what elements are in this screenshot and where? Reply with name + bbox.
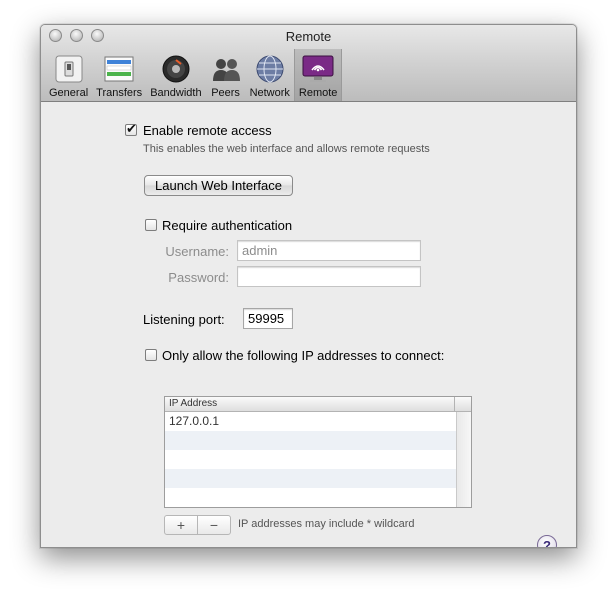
table-row[interactable] bbox=[165, 431, 456, 450]
toolbar-label: Transfers bbox=[96, 87, 143, 99]
toolbar-item-transfers[interactable]: Transfers bbox=[92, 49, 146, 101]
ip-whitelist-checkbox[interactable] bbox=[145, 349, 157, 361]
username-field[interactable] bbox=[237, 240, 421, 261]
enable-remote-label: Enable remote access bbox=[143, 123, 272, 138]
remove-ip-button[interactable]: − bbox=[197, 515, 231, 535]
enable-remote-checkbox[interactable] bbox=[125, 121, 137, 137]
require-authentication-label: Require authentication bbox=[162, 218, 293, 233]
wildcard-hint: IP addresses may include * wildcard bbox=[238, 518, 415, 530]
toolbar-item-peers[interactable]: Peers bbox=[206, 49, 246, 101]
column-header-ip-address[interactable]: IP Address bbox=[169, 397, 217, 411]
toolbar-item-bandwidth[interactable]: Bandwidth bbox=[146, 49, 205, 101]
password-label: Password: bbox=[168, 270, 229, 285]
toolbar-item-network[interactable]: Network bbox=[246, 49, 294, 101]
title-bar: Remote General Transfers Bandwidth Peers… bbox=[41, 25, 576, 102]
transfers-icon bbox=[103, 53, 135, 85]
toolbar-label: General bbox=[49, 87, 89, 99]
toolbar-label: Network bbox=[249, 87, 290, 99]
table-row[interactable] bbox=[165, 488, 456, 507]
preferences-window: Remote General Transfers Bandwidth Peers… bbox=[40, 24, 577, 548]
remote-screen-icon bbox=[302, 53, 334, 85]
speaker-icon bbox=[160, 53, 192, 85]
table-rows: 127.0.0.1 bbox=[165, 412, 456, 507]
toolbar-label: Remote bbox=[298, 87, 338, 99]
window-title: Remote bbox=[285, 29, 332, 44]
require-authentication-checkbox[interactable] bbox=[145, 219, 157, 231]
table-row[interactable]: 127.0.0.1 bbox=[165, 412, 456, 431]
globe-icon bbox=[254, 53, 286, 85]
table-row[interactable] bbox=[165, 469, 456, 488]
ip-whitelist-label: Only allow the following IP addresses to… bbox=[162, 348, 445, 363]
table-header: IP Address bbox=[165, 397, 471, 412]
help-button[interactable]: ? bbox=[537, 535, 557, 547]
username-label: Username: bbox=[165, 244, 229, 259]
add-ip-button[interactable]: + bbox=[164, 515, 198, 535]
remote-settings-pane: Enable remote access This enables the we… bbox=[41, 102, 576, 547]
ip-address-table[interactable]: IP Address 127.0.0.1 bbox=[164, 396, 472, 508]
toolbar-label: Bandwidth bbox=[150, 87, 202, 99]
header-divider bbox=[454, 397, 455, 411]
people-icon bbox=[210, 53, 242, 85]
table-row[interactable] bbox=[165, 450, 456, 469]
enable-remote-description: This enables the web interface and allow… bbox=[143, 143, 430, 155]
password-field[interactable] bbox=[237, 266, 421, 287]
toolbar-item-remote[interactable]: Remote bbox=[293, 49, 343, 101]
switch-icon bbox=[53, 53, 85, 85]
toolbar-label: Peers bbox=[211, 87, 240, 99]
preferences-toolbar: General Transfers Bandwidth Peers Networ… bbox=[45, 49, 343, 101]
launch-web-interface-button[interactable]: Launch Web Interface bbox=[144, 175, 293, 196]
vertical-scrollbar[interactable] bbox=[456, 412, 471, 507]
listening-port-field[interactable] bbox=[243, 308, 293, 329]
listening-port-label: Listening port: bbox=[143, 312, 225, 327]
toolbar-item-general[interactable]: General bbox=[45, 49, 92, 101]
